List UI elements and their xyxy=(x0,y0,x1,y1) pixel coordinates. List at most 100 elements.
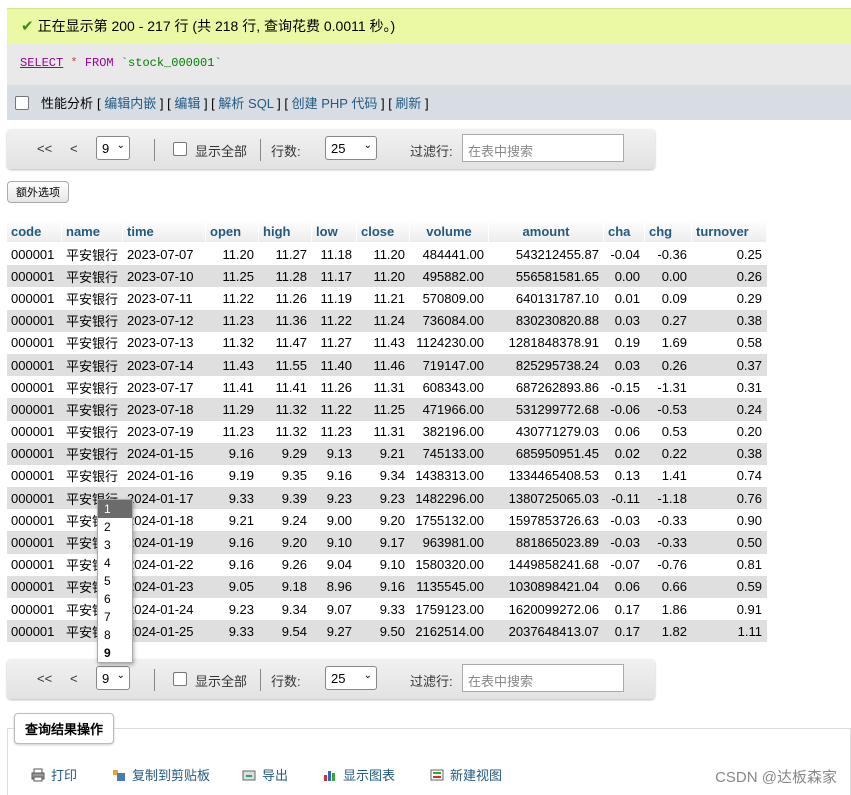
cell-name: 平安银行 xyxy=(61,309,123,332)
page-option[interactable]: 1 xyxy=(98,500,132,518)
column-header-name[interactable]: name xyxy=(61,220,124,243)
table-row[interactable]: 000001 平安银行 2023-07-18 11.29 11.32 11.22 11.25… xyxy=(7,398,767,421)
cell-chg: -0.36 xyxy=(644,242,692,266)
column-header-high[interactable]: high xyxy=(258,220,313,243)
sql-table: `stock_000001` xyxy=(120,56,222,70)
extra-options-button[interactable]: 额外选项 xyxy=(7,181,69,203)
show-all-checkbox[interactable] xyxy=(173,142,187,156)
table-row[interactable]: 000001 平安银行 2024-01-16 9.19 9.35 9.16 9.34 1438… xyxy=(7,464,767,488)
cell-low: 9.13 xyxy=(311,442,357,465)
cell-chg: 0.26 xyxy=(644,353,692,377)
cell-name: 平安银行 xyxy=(61,398,123,421)
cell-chg: 0.00 xyxy=(644,265,692,288)
column-header-open[interactable]: open xyxy=(205,220,260,243)
page-option[interactable]: 3 xyxy=(98,536,132,554)
page-select[interactable]: 9 ⌄ xyxy=(96,136,130,160)
copy-clipboard-label: 复制到剪贴板 xyxy=(132,768,211,783)
cell-close: 9.23 xyxy=(356,487,410,510)
cell-low: 11.40 xyxy=(311,353,357,377)
cell-chg: 1.41 xyxy=(644,464,692,488)
page-option[interactable]: 8 xyxy=(98,626,132,644)
cell-high: 9.29 xyxy=(258,442,312,465)
table-row[interactable]: 000001 平安银行 2023-07-14 11.43 11.55 11.40 11.46… xyxy=(7,353,767,377)
cell-turnover: 0.81 xyxy=(691,553,767,576)
page-option[interactable]: 9 xyxy=(98,644,132,662)
cell-code: 000001 xyxy=(7,287,62,310)
table-row[interactable]: 000001 平安银行 2023-07-07 11.20 11.27 11.18 11.20… xyxy=(7,242,767,266)
cell-amount: 1620099272.06 xyxy=(488,598,604,621)
page-select[interactable]: 9 ⌄ xyxy=(96,666,130,690)
cell-open: 11.23 xyxy=(205,420,259,443)
cell-time: 2024-01-16 xyxy=(122,464,206,488)
page-option[interactable]: 2 xyxy=(98,518,132,536)
column-header-low[interactable]: low xyxy=(311,220,358,243)
cell-code: 000001 xyxy=(7,398,62,421)
cell-time: 2023-07-18 xyxy=(122,398,206,421)
cell-time: 2023-07-07 xyxy=(122,242,206,266)
page-option[interactable]: 7 xyxy=(98,608,132,626)
edit-link[interactable]: 编辑 xyxy=(174,96,200,111)
cell-close: 11.20 xyxy=(356,265,410,288)
column-header-cha[interactable]: cha xyxy=(603,220,646,243)
sql-select[interactable]: SELECT xyxy=(20,56,63,70)
column-header-chg[interactable]: chg xyxy=(644,220,693,243)
prev-page-button[interactable]: < xyxy=(70,671,78,686)
cell-high: 11.32 xyxy=(258,398,312,421)
filter-input[interactable]: 在表中搜索 xyxy=(462,664,624,692)
page-option[interactable]: 4 xyxy=(98,554,132,572)
column-header-code[interactable]: code xyxy=(7,220,62,243)
column-header-close[interactable]: close xyxy=(356,220,411,243)
table-row[interactable]: 000001 平安银行 2023-07-12 11.23 11.36 11.22 11.24… xyxy=(7,309,767,332)
create-php-link[interactable]: 创建 PHP 代码 xyxy=(292,96,378,111)
refresh-link[interactable]: 刷新 xyxy=(395,96,421,111)
cell-chg: 0.27 xyxy=(644,309,692,332)
page-option[interactable]: 5 xyxy=(98,572,132,590)
table-row[interactable]: 000001 平安银行 2023-07-19 11.23 11.32 11.23 11.31… xyxy=(7,420,767,443)
cell-time: 2024-01-24 xyxy=(122,598,206,621)
explain-sql-link[interactable]: 解析 SQL xyxy=(218,96,273,111)
cell-open: 11.43 xyxy=(205,353,259,377)
cell-code: 000001 xyxy=(7,487,62,510)
cell-name: 平安银行 xyxy=(61,242,123,266)
rows-select[interactable]: 25 ⌄ xyxy=(325,666,377,690)
edit-inline-link[interactable]: 编辑内嵌 xyxy=(104,96,156,111)
cell-volume: 471966.00 xyxy=(409,398,489,421)
check-icon: ✔ xyxy=(21,18,34,35)
cell-amount: 1030898421.04 xyxy=(488,575,604,598)
cell-turnover: 0.25 xyxy=(691,242,767,266)
cell-low: 11.19 xyxy=(311,287,357,310)
sql-from: FROM xyxy=(84,56,114,70)
table-row[interactable]: 000001 平安银行 2023-07-11 11.22 11.26 11.19 11.21… xyxy=(7,287,767,310)
show-chart-button[interactable]: 显示图表 xyxy=(323,765,395,784)
page-option[interactable]: 6 xyxy=(98,590,132,608)
table-row[interactable]: 000001 平安银行 2024-01-15 9.16 9.29 9.13 9.21 7451… xyxy=(7,442,767,465)
cell-code: 000001 xyxy=(7,598,62,621)
copy-clipboard-button[interactable]: 复制到剪贴板 xyxy=(112,765,210,784)
column-header-amount[interactable]: amount xyxy=(488,220,605,243)
column-header-time[interactable]: time xyxy=(122,220,207,243)
cell-code: 000001 xyxy=(7,242,62,266)
cell-high: 11.32 xyxy=(258,420,312,443)
table-row[interactable]: 000001 平安银行 2023-07-13 11.32 11.47 11.27 11.43… xyxy=(7,331,767,354)
print-button[interactable]: 打印 xyxy=(31,765,77,784)
filter-input[interactable]: 在表中搜索 xyxy=(462,134,624,162)
column-header-volume[interactable]: volume xyxy=(409,220,490,243)
first-page-button[interactable]: << xyxy=(37,671,52,686)
cell-close: 11.31 xyxy=(356,420,410,443)
cell-name: 平安银行 xyxy=(61,331,123,354)
prev-page-button[interactable]: < xyxy=(70,141,78,156)
table-row[interactable]: 000001 平安银行 2023-07-10 11.25 11.28 11.17 11.20… xyxy=(7,265,767,288)
cell-open: 11.25 xyxy=(205,265,259,288)
cell-open: 11.41 xyxy=(205,376,259,399)
profiling-checkbox[interactable] xyxy=(15,95,29,110)
first-page-button[interactable]: << xyxy=(37,141,52,156)
table-row[interactable]: 000001 平安银行 2023-07-17 11.41 11.41 11.26 11.31… xyxy=(7,376,767,399)
create-view-button[interactable]: 新建视图 xyxy=(430,765,502,784)
rows-select[interactable]: 25 ⌄ xyxy=(325,136,377,160)
cell-volume: 1759123.00 xyxy=(409,598,489,621)
show-all-checkbox[interactable] xyxy=(173,672,187,686)
watermark: CSDN @达板森家 xyxy=(715,769,837,786)
chevron-down-icon: ⌄ xyxy=(116,140,125,151)
column-header-turnover[interactable]: turnover xyxy=(691,220,768,243)
export-button[interactable]: 导出 xyxy=(242,765,288,784)
